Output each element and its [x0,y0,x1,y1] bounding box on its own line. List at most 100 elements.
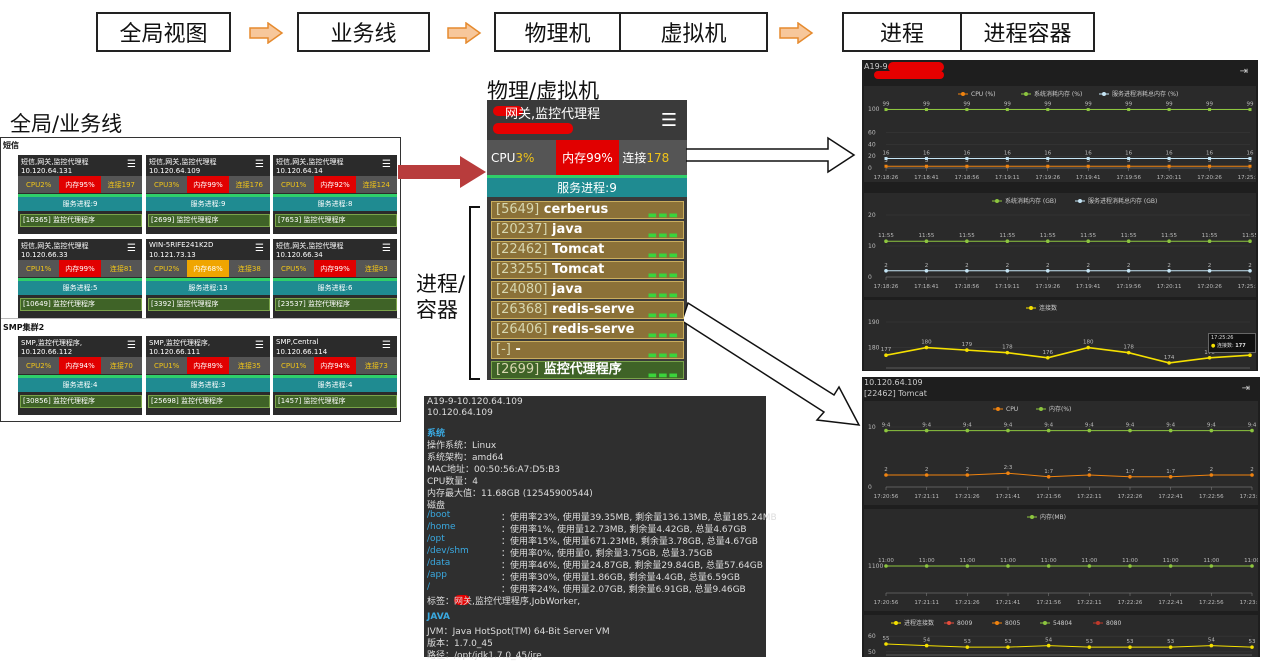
group-title: SMP集群2 [3,323,45,332]
data-label: 54 [1045,638,1052,644]
host-card[interactable]: WIN-5RIFE241K2D 10.121.73.13 ☰ CPU2% 内存6… [146,239,270,318]
data-point [1006,564,1010,568]
data-point [965,108,969,112]
cpu-stat: CPU1% [18,260,60,277]
host-card[interactable]: 短信,网关,监控代理程 10.120.64.14 ☰ CPU1% 内存92% 连… [273,155,397,234]
process-pid: [23255] [496,262,548,277]
process-item[interactable]: [23255] Tomcat ▬▬▬ [491,261,684,281]
data-label: 99 [923,102,930,108]
process-item[interactable]: [26368] redis-serve ▬▬▬ [491,301,684,321]
x-tick-label: 17:20:11 [1157,284,1182,290]
host-card[interactable]: 短信,网关,监控代理程 10.120.64.131 ☰ CPU2% 内存95% … [18,155,142,234]
process-item[interactable]: [10649] 监控代理程序 [20,298,142,311]
process-item[interactable]: [-] - ▬▬▬ [491,341,684,361]
list-icon[interactable]: ☰ [127,340,136,351]
data-point [884,164,888,168]
x-tick-label: 17:22:11 [1077,600,1102,606]
host-card[interactable]: SMP,Central 10.120.66.114 ☰ CPU1% 内存94% … [273,336,397,415]
logout-icon[interactable]: ⇥ [1242,383,1250,394]
list-icon[interactable]: ☰ [661,110,677,131]
logout-icon[interactable]: ⇥ [1240,66,1248,77]
host-card[interactable]: 短信,网关,监控代理程 10.120.66.34 ☰ CPU5% 内存99% 连… [273,239,397,318]
list-icon[interactable]: ☰ [255,159,264,170]
x-tick-label: 17:23:11 [1240,600,1258,606]
host-card[interactable]: SMP,监控代理程序, 10.120.66.111 ☰ CPU1% 内存89% … [146,336,270,415]
process-item[interactable]: [23537] 监控代理程序 [275,298,397,311]
host-card[interactable]: 短信,网关,监控代理程 10.120.66.33 ☰ CPU1% 内存99% 连… [18,239,142,318]
process-item[interactable]: [3392] 监控代理程序 [148,298,270,311]
process-item[interactable]: [24080] java ▬▬▬ [491,281,684,301]
x-tick-label: 17:20:11 [1157,175,1182,181]
x-tick-label: 17:21:26 [955,494,980,500]
process-item[interactable]: [26406] redis-serve ▬▬▬ [491,321,684,341]
legend-marker [961,92,965,96]
cpu-stat: CPU1% [273,357,315,374]
services-count[interactable]: 服务进程:9 [146,197,270,211]
cpu-stat: CPU1% [273,176,315,193]
list-icon[interactable]: ☰ [127,243,136,254]
process-item[interactable]: [2699] 监控代理程序 [148,214,270,227]
cpu-stat: CPU2% [18,357,60,374]
y-tick-label: 60 [868,130,876,137]
services-count[interactable]: 服务进程:13 [146,281,270,295]
list-icon[interactable]: ☰ [255,340,264,351]
list-icon[interactable]: ☰ [382,159,391,170]
host-card[interactable]: SMP,监控代理程序, 10.120.66.112 ☰ CPU2% 内存94% … [18,336,142,415]
services-count[interactable]: 服务进程:8 [273,197,397,211]
divider [1,318,400,319]
process-item[interactable]: [30856] 监控代理程序 [20,395,142,408]
data-point [1168,475,1173,479]
data-label: 53 [1005,639,1012,645]
data-point [1128,564,1132,568]
services-count[interactable]: 服务进程:9 [487,178,687,197]
data-point [1005,164,1009,168]
process-item[interactable]: [5649] cerberus ▬▬▬ [491,201,684,221]
data-point [1005,269,1010,273]
data-point [1209,643,1214,648]
host-card[interactable]: 短信,网关,监控代理程 10.120.64.109 ☰ CPU3% 内存99% … [146,155,270,234]
x-tick-label: 17:25:26 [1238,175,1256,181]
data-point [924,157,928,161]
process-item[interactable]: [7653] 监控代理程序 [275,214,397,227]
list-icon[interactable]: ☰ [382,243,391,254]
data-point [1209,428,1214,433]
y-tick-label: 60 [868,633,876,640]
process-name: cerberus [543,202,609,217]
data-label: 11:00 [1203,558,1219,564]
data-label: 176 [1043,350,1054,356]
x-tick-label: 17:22:11 [1077,494,1102,500]
data-point [1045,355,1050,360]
data-label: 180 [921,340,932,346]
mount-row: / ：使用率24%, 使用量2.07GB, 剩余量6.91GB, 总量9.46GB [427,582,746,595]
process-item[interactable]: [22462] Tomcat ▬▬▬ [491,241,684,261]
process-item[interactable]: [1457] 监控代理程序 [275,395,397,408]
data-label: 2 [1046,263,1050,269]
data-label: 99 [1247,102,1254,108]
host-card-stats: CPU2% 内存95% 连接197 [18,176,142,193]
list-icon[interactable]: ☰ [127,159,136,170]
chart-host-usage: CPU (%) 系统消耗内存 (%) 服务进程消耗总内存 (%) 100 60 40 20 0… [864,86,1263,182]
services-count[interactable]: 服务进程:4 [273,378,397,392]
data-point [924,239,929,243]
data-label: 11:55 [1242,233,1256,239]
list-icon[interactable]: ☰ [255,243,264,254]
host-card-ip: 10.121.73.13 [149,251,196,259]
flow-step-container: 进程容器 [960,12,1095,52]
services-count[interactable]: 服务进程:3 [146,378,270,392]
host-card-ip: 10.120.66.34 [276,251,323,259]
process-item[interactable]: [25698] 监控代理程序 [148,395,270,408]
data-point [1086,239,1091,243]
services-count[interactable]: 服务进程:4 [18,378,142,392]
legend-marker [1102,92,1106,96]
services-count[interactable]: 服务进程:6 [273,281,397,295]
machine-title: 网关,监控代理程 [505,107,601,122]
legend-label: 进程连接数 [904,619,934,627]
data-point [1168,564,1173,568]
process-item[interactable]: [20237] java ▬▬▬ [491,221,684,241]
services-count[interactable]: 服务进程:9 [18,197,142,211]
services-count[interactable]: 服务进程:5 [18,281,142,295]
conn-stat: 连接 178 [619,140,687,175]
list-icon[interactable]: ☰ [382,340,391,351]
process-item[interactable]: [16365] 监控代理程序 [20,214,142,227]
process-item[interactable]: [2699] 监控代理程序 ▬▬▬ [491,361,684,381]
